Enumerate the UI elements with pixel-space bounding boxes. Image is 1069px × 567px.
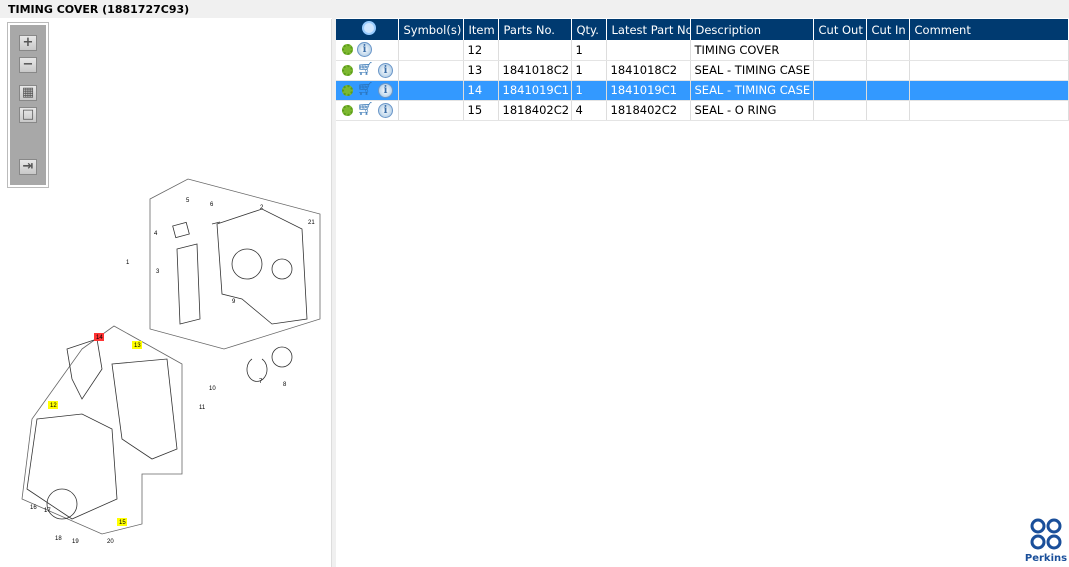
row-icons: 🛒︎ i — [336, 60, 399, 81]
callout-label[interactable]: 19 — [72, 539, 79, 545]
description-cell: TIMING COVER — [690, 40, 814, 61]
row-icons: 🛒︎ i — [336, 100, 399, 121]
cut-out-cell — [813, 40, 867, 61]
window-title: TIMING COVER (1881727C93) — [0, 0, 1069, 18]
comment-cell — [909, 80, 1069, 101]
qty-cell: 1 — [571, 80, 607, 101]
item-cell: 12 — [463, 40, 499, 61]
callout-label[interactable]: 10 — [209, 386, 216, 392]
callout-label[interactable]: 4 — [154, 231, 158, 237]
perkins-logo: Perkins — [1024, 518, 1068, 564]
callout-label[interactable]: 9 — [232, 299, 236, 305]
description-cell: SEAL - TIMING CASE CO — [690, 80, 814, 101]
cut-in-cell — [866, 40, 910, 61]
callout-label[interactable]: 11 — [199, 405, 206, 411]
zoom-toolbox: + − ▦ □ ⇥ — [7, 22, 49, 188]
latest-part-cell: 1818402C2 — [606, 100, 691, 121]
column-header[interactable]: Cut In — [866, 19, 910, 40]
fit-view-button[interactable]: ▦ — [19, 85, 37, 101]
symbols-cell — [398, 60, 464, 81]
callout-label[interactable]: 5 — [186, 198, 190, 204]
item-cell: 15 — [463, 100, 499, 121]
parts-no-cell — [498, 40, 572, 61]
symbols-cell — [398, 100, 464, 121]
latest-part-cell — [606, 40, 691, 61]
cart-icon[interactable]: 🛒︎ — [357, 103, 374, 117]
gear-icon[interactable] — [342, 84, 353, 96]
callout-label[interactable]: 17 — [44, 508, 51, 514]
brand-name: Perkins — [1024, 553, 1068, 564]
diagram-panel[interactable]: 1 2 3 4 5 6 7 8 9 10 11 12 13 14 15 16 17 18 19 20 21 + − ▦ … — [2, 19, 332, 567]
callout-label[interactable]: 12 — [50, 403, 57, 409]
gear-icon[interactable] — [342, 44, 353, 56]
callout-label[interactable]: 14 — [96, 335, 103, 341]
info-icon[interactable]: i — [378, 62, 393, 78]
cut-in-cell — [866, 100, 910, 121]
item-cell: 13 — [463, 60, 499, 81]
comment-cell — [909, 60, 1069, 81]
cart-icon[interactable]: 🛒︎ — [357, 63, 374, 77]
latest-part-cell: 1841018C2 — [606, 60, 691, 81]
callout-label[interactable]: 6 — [210, 202, 214, 208]
column-header[interactable]: Latest Part No. — [606, 19, 691, 40]
qty-cell: 1 — [571, 60, 607, 81]
parts-no-cell: 1841019C1 — [498, 80, 572, 101]
toggle-panel-button[interactable]: ⇥ — [19, 159, 37, 175]
table-row[interactable]: 🛒︎ i 13 1841018C2 1 1841018C2 SEAL - TIMING CA… — [336, 60, 1069, 81]
callout-label[interactable]: 8 — [283, 382, 287, 388]
cut-out-cell — [813, 60, 867, 81]
callout-label[interactable]: 3 — [156, 269, 160, 275]
parts-table: Symbol(s) Item Parts No. Qty. Latest Part No… — [336, 19, 1069, 121]
cart-icon[interactable]: 🛒︎ — [357, 83, 374, 97]
cut-out-cell — [813, 80, 867, 101]
callout-label[interactable]: 1 — [126, 260, 130, 266]
perkins-logo-mark — [1030, 518, 1062, 550]
item-cell: 14 — [463, 80, 499, 101]
parts-no-cell: 1841018C2 — [498, 60, 572, 81]
info-icon[interactable]: i — [378, 102, 393, 118]
search-icon[interactable] — [362, 21, 377, 35]
column-header[interactable]: Description — [690, 19, 814, 40]
actual-size-button[interactable]: □ — [19, 107, 37, 123]
table-row[interactable]: 🛒︎ i 15 1818402C2 4 1818402C2 SEAL - O RING — [336, 100, 1069, 121]
zoom-out-button[interactable]: − — [19, 57, 37, 73]
comment-cell — [909, 40, 1069, 61]
comment-cell — [909, 100, 1069, 121]
table-row[interactable]: i 12 1 TIMING COVER — [336, 40, 1069, 61]
exploded-diagram[interactable]: 1234567 8910111213141516 1718 19 2021 — [2, 19, 332, 567]
column-header[interactable]: Parts No. — [498, 19, 572, 40]
info-icon[interactable]: i — [378, 82, 393, 98]
zoom-in-button[interactable]: + — [19, 35, 37, 51]
gear-icon[interactable] — [342, 104, 353, 116]
qty-cell: 1 — [571, 40, 607, 61]
column-header[interactable]: Item — [463, 19, 499, 40]
callout-label[interactable]: 15 — [119, 520, 126, 526]
callout-label[interactable]: 18 — [55, 536, 62, 542]
description-cell: SEAL - TIMING CASE CO — [690, 60, 814, 81]
column-header[interactable]: Comment — [909, 19, 1069, 40]
info-icon[interactable]: i — [357, 42, 372, 58]
gear-icon[interactable] — [342, 64, 353, 76]
cut-in-cell — [866, 80, 910, 101]
column-header[interactable] — [336, 19, 399, 40]
column-header[interactable]: Symbol(s) — [398, 19, 464, 40]
cut-out-cell — [813, 100, 867, 121]
callout-label[interactable]: 20 — [107, 539, 114, 545]
symbols-cell — [398, 40, 464, 61]
row-icons: i — [336, 40, 399, 61]
description-cell: SEAL - O RING — [690, 100, 814, 121]
parts-no-cell: 1818402C2 — [498, 100, 572, 121]
qty-cell: 4 — [571, 100, 607, 121]
column-header[interactable]: Cut Out — [813, 19, 867, 40]
cut-in-cell — [866, 60, 910, 81]
row-icons: 🛒︎ i — [336, 80, 399, 101]
latest-part-cell: 1841019C1 — [606, 80, 691, 101]
callout-label[interactable]: 21 — [308, 220, 315, 226]
symbols-cell — [398, 80, 464, 101]
callout-label[interactable]: 16 — [30, 505, 37, 511]
table-row[interactable]: 🛒︎ i 14 1841019C1 1 1841019C1 SEAL - TIMING CA… — [336, 80, 1069, 101]
callout-label[interactable]: 13 — [134, 343, 141, 349]
column-header[interactable]: Qty. — [571, 19, 607, 40]
